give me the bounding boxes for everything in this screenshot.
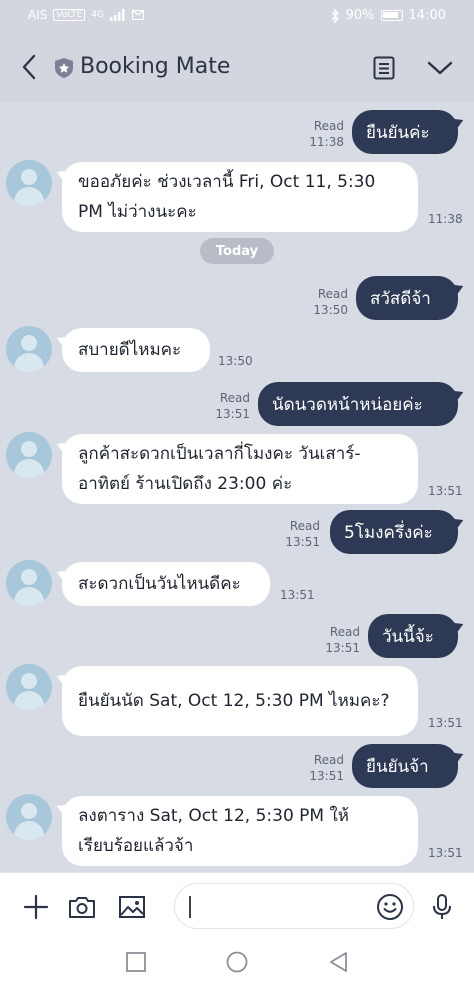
message-text: ยืนยันค่ะ bbox=[366, 122, 430, 143]
circle-icon bbox=[226, 951, 248, 973]
message-text: สะดวกเป็นวันไหนดีคะ bbox=[78, 574, 241, 594]
system-nav-bar bbox=[0, 940, 474, 984]
avatar[interactable] bbox=[6, 560, 52, 606]
chevron-left-icon bbox=[22, 54, 36, 80]
image-button[interactable] bbox=[116, 891, 148, 923]
message-bubble-outgoing[interactable]: ยืนยันค่ะ bbox=[352, 110, 458, 154]
message-meta: Read 13:51 bbox=[215, 390, 250, 422]
mail-icon bbox=[132, 10, 145, 20]
chat-title: Booking Mate bbox=[80, 54, 231, 79]
message-text: วันนี้จ้ะ bbox=[382, 626, 434, 647]
message-text: ยืนยันจ้า bbox=[366, 756, 429, 777]
message-input-bar bbox=[0, 872, 474, 940]
home-button[interactable] bbox=[225, 950, 249, 974]
notes-icon bbox=[373, 56, 395, 80]
battery-icon bbox=[380, 10, 403, 21]
clock: 14:00 bbox=[408, 8, 446, 23]
avatar[interactable] bbox=[6, 664, 52, 710]
message-meta: Read 13:51 bbox=[285, 518, 320, 550]
emoji-button[interactable] bbox=[374, 891, 406, 923]
message-time: 13:51 bbox=[428, 716, 463, 730]
message-text: ลูกค้าสะดวกเป็นเวลากี่โมงคะ วันเสาร์-อาท… bbox=[78, 444, 361, 494]
message-text: สบายดีไหมคะ bbox=[78, 340, 182, 360]
text-cursor bbox=[189, 896, 191, 918]
chat-area[interactable]: Read 11:38 ยืนยันค่ะ ขออภัยค่ะ ช่วงเวลาน… bbox=[0, 102, 474, 872]
message-text: ลงตาราง Sat, Oct 12, 5:30 PM ให้เรียบร้อ… bbox=[78, 806, 350, 856]
message-time: 13:51 bbox=[285, 535, 320, 549]
read-status: Read bbox=[219, 391, 250, 405]
message-bubble-incoming[interactable]: ขออภัยค่ะ ช่วงเวลานี้ Fri, Oct 11, 5:30 … bbox=[62, 162, 418, 232]
message-time: 11:38 bbox=[309, 135, 344, 149]
message-text: สวัสดีจ้า bbox=[370, 288, 431, 309]
message-bubble-outgoing[interactable]: 5โมงครึ่งค่ะ bbox=[330, 510, 458, 554]
signal-icon bbox=[110, 9, 125, 21]
read-status: Read bbox=[329, 625, 360, 639]
message-bubble-outgoing[interactable]: นัดนวดหน้าหน่อยค่ะ bbox=[258, 382, 458, 426]
read-status: Read bbox=[313, 119, 344, 133]
message-meta: Read 13:51 bbox=[325, 624, 360, 656]
message-time: 13:50 bbox=[313, 303, 348, 317]
avatar[interactable] bbox=[6, 794, 52, 840]
chat-header: Booking Mate bbox=[0, 34, 474, 102]
avatar[interactable] bbox=[6, 432, 52, 478]
message-meta: Read 11:38 bbox=[309, 118, 344, 150]
notes-button[interactable] bbox=[368, 52, 400, 84]
bluetooth-icon bbox=[331, 8, 339, 23]
message-time: 13:51 bbox=[428, 484, 463, 498]
triangle-back-icon bbox=[330, 952, 347, 972]
camera-button[interactable] bbox=[66, 891, 98, 923]
message-text: ยืนยันนัด Sat, Oct 12, 5:30 PM ไหมคะ? bbox=[78, 691, 390, 711]
message-time: 13:51 bbox=[325, 641, 360, 655]
read-status: Read bbox=[313, 753, 344, 767]
message-bubble-incoming[interactable]: สบายดีไหมคะ bbox=[62, 328, 210, 372]
nav-back-button[interactable] bbox=[326, 950, 350, 974]
network-type: 4G bbox=[91, 10, 105, 20]
recents-button[interactable] bbox=[124, 950, 148, 974]
message-bubble-outgoing[interactable]: ยืนยันจ้า bbox=[352, 744, 458, 788]
official-shield-icon bbox=[55, 58, 73, 78]
date-divider: Today bbox=[200, 238, 274, 264]
plus-icon bbox=[23, 894, 49, 920]
message-time: 13:51 bbox=[280, 588, 315, 602]
message-time: 13:51 bbox=[215, 407, 250, 421]
add-button[interactable] bbox=[20, 891, 52, 923]
status-right: 90% 14:00 bbox=[330, 8, 446, 23]
emoji-icon bbox=[377, 894, 403, 920]
back-button[interactable] bbox=[14, 52, 44, 82]
status-bar: AIS VoLTE 4G 90% 14:00 bbox=[0, 0, 474, 34]
read-status: Read bbox=[317, 287, 348, 301]
avatar[interactable] bbox=[6, 326, 52, 372]
carrier-name: AIS bbox=[28, 8, 48, 22]
message-text: ขออภัยค่ะ ช่วงเวลานี้ Fri, Oct 11, 5:30 … bbox=[78, 172, 376, 222]
message-bubble-incoming[interactable]: ยืนยันนัด Sat, Oct 12, 5:30 PM ไหมคะ? bbox=[62, 666, 418, 736]
square-icon bbox=[126, 952, 146, 972]
avatar[interactable] bbox=[6, 160, 52, 206]
message-bubble-outgoing[interactable]: วันนี้จ้ะ bbox=[368, 614, 458, 658]
message-meta: Read 13:50 bbox=[313, 286, 348, 318]
message-text: นัดนวดหน้าหน่อยค่ะ bbox=[272, 394, 423, 415]
menu-toggle-button[interactable] bbox=[424, 52, 456, 84]
message-text: 5โมงครึ่งค่ะ bbox=[344, 522, 433, 543]
message-bubble-incoming[interactable]: สะดวกเป็นวันไหนดีคะ bbox=[62, 562, 270, 606]
message-meta: Read 13:51 bbox=[309, 752, 344, 784]
message-bubble-incoming[interactable]: ลูกค้าสะดวกเป็นเวลากี่โมงคะ วันเสาร์-อาท… bbox=[62, 434, 418, 504]
volte-badge: VoLTE bbox=[53, 9, 86, 21]
microphone-icon bbox=[433, 894, 451, 919]
voice-button[interactable] bbox=[426, 891, 458, 923]
message-bubble-incoming[interactable]: ลงตาราง Sat, Oct 12, 5:30 PM ให้เรียบร้อ… bbox=[62, 796, 418, 866]
message-bubble-outgoing[interactable]: สวัสดีจ้า bbox=[356, 276, 458, 320]
image-icon bbox=[119, 896, 145, 918]
status-left: AIS VoLTE 4G bbox=[28, 8, 145, 22]
read-status: Read bbox=[289, 519, 320, 533]
camera-icon bbox=[69, 897, 95, 918]
message-time: 13:51 bbox=[428, 846, 463, 860]
message-time: 11:38 bbox=[428, 212, 463, 226]
battery-percent: 90% bbox=[345, 8, 375, 23]
chevron-down-icon bbox=[427, 61, 453, 75]
message-time: 13:51 bbox=[309, 769, 344, 783]
message-time: 13:50 bbox=[218, 354, 253, 368]
